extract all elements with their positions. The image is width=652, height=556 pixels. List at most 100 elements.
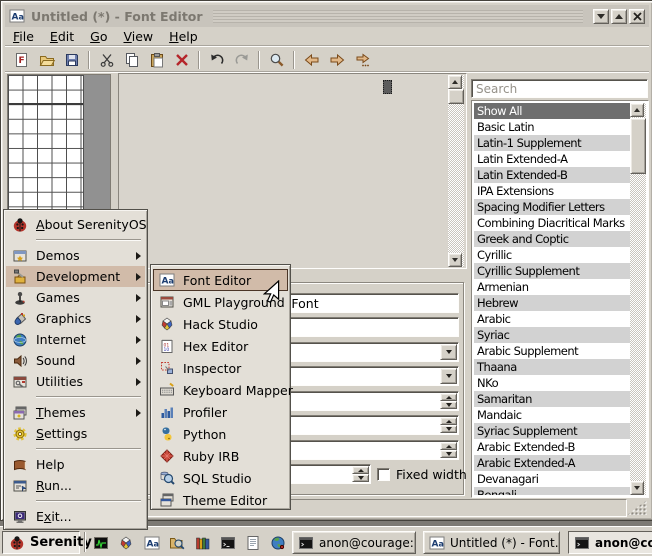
menu-item-themes[interactable]: Themes: [6, 402, 145, 423]
unicode-block-row[interactable]: Armenian: [474, 279, 630, 295]
block-list-scrollbar[interactable]: [630, 103, 646, 495]
cut-button[interactable]: [94, 49, 119, 71]
submenu-item-keyboard-mapper[interactable]: Keyboard Mapper: [153, 379, 288, 401]
quick-launch-help[interactable]: [190, 531, 215, 554]
close-button[interactable]: [629, 9, 645, 24]
unicode-block-row[interactable]: Hebrew: [474, 295, 630, 311]
unicode-block-row[interactable]: Show All: [474, 103, 630, 119]
weight-dropdown-button[interactable]: [440, 344, 457, 360]
unicode-block-row[interactable]: Thaana: [474, 359, 630, 375]
save-button[interactable]: [59, 49, 84, 71]
submenu-item-theme-editor[interactable]: Theme Editor: [153, 489, 288, 511]
unicode-block-row[interactable]: Arabic Extended-B: [474, 439, 630, 455]
spin-up-button[interactable]: [440, 393, 457, 401]
unicode-block-row[interactable]: IPA Extensions: [474, 183, 630, 199]
unicode-block-row[interactable]: Samaritan: [474, 391, 630, 407]
glyph-map-scroll-thumb[interactable]: [448, 89, 464, 104]
copy-button[interactable]: [119, 49, 144, 71]
glyph-map[interactable]: [118, 73, 467, 269]
taskbar-window-font-editor[interactable]: Aa Untitled (*) - Font...: [423, 531, 560, 554]
spin-up-button[interactable]: [440, 442, 457, 450]
unicode-block-row[interactable]: Latin Extended-A: [474, 151, 630, 167]
menu-item-utilities[interactable]: Utilities: [6, 371, 145, 392]
unicode-block-row[interactable]: Arabic Extended-A: [474, 455, 630, 471]
search-input[interactable]: [471, 79, 648, 98]
slope-dropdown-button[interactable]: [440, 368, 457, 384]
menu-item-development[interactable]: Development: [6, 266, 145, 287]
unicode-block-row[interactable]: NKo: [474, 375, 630, 391]
unicode-block-row[interactable]: Bengali: [474, 487, 630, 495]
quick-launch-hack-studio[interactable]: [113, 531, 138, 554]
menu-item-internet[interactable]: Internet: [6, 329, 145, 350]
unicode-block-row[interactable]: Devanagari: [474, 471, 630, 487]
menu-help[interactable]: Help: [161, 28, 206, 45]
unicode-block-row[interactable]: Mandaic: [474, 407, 630, 423]
unicode-block-row[interactable]: Greek and Coptic: [474, 231, 630, 247]
undo-button[interactable]: [204, 49, 229, 71]
start-button[interactable]: Serenity: [2, 531, 80, 554]
spin-down-button[interactable]: [352, 474, 369, 482]
quick-launch-system-monitor[interactable]: [88, 531, 113, 554]
unicode-block-row[interactable]: Combining Diacritical Marks: [474, 215, 630, 231]
unicode-block-row[interactable]: Arabic Supplement: [474, 343, 630, 359]
menu-item-settings[interactable]: Settings: [6, 423, 145, 444]
unicode-block-row[interactable]: Latin Extended-B: [474, 167, 630, 183]
spin-down-button[interactable]: [440, 401, 457, 409]
unicode-block-row[interactable]: Cyrillic Supplement: [474, 263, 630, 279]
open-button[interactable]: [34, 49, 59, 71]
go-to-glyph-button[interactable]: [349, 49, 374, 71]
spin-down-button[interactable]: [440, 425, 457, 433]
scroll-up-button[interactable]: [448, 75, 462, 89]
submenu-item-sql-studio[interactable]: SQL Studio: [153, 467, 288, 489]
spin-up-button[interactable]: [440, 417, 457, 425]
redo-button[interactable]: [229, 49, 254, 71]
submenu-item-profiler[interactable]: Profiler: [153, 401, 288, 423]
unicode-block-row[interactable]: Spacing Modifier Letters: [474, 199, 630, 215]
titlebar[interactable]: Aa Untitled (*) - Font Editor: [5, 5, 649, 27]
unicode-block-list[interactable]: Show All Basic Latin Latin-1 Supplement …: [471, 100, 649, 498]
quick-launch-font-editor[interactable]: Aa: [139, 531, 164, 554]
submenu-item-hex-editor[interactable]: 0110 Hex Editor: [153, 335, 288, 357]
quick-launch-web-browser[interactable]: [265, 531, 290, 554]
menu-item-demos[interactable]: Demos: [6, 245, 145, 266]
unicode-block-row[interactable]: Cyrillic: [474, 247, 630, 263]
unicode-block-row[interactable]: Arabic: [474, 311, 630, 327]
taskbar-window-terminal-2[interactable]: anon@cour: [568, 531, 652, 554]
glyph-map-scrollbar[interactable]: [448, 75, 464, 267]
unicode-block-row[interactable]: Latin-1 Supplement: [474, 135, 630, 151]
next-glyph-button[interactable]: [324, 49, 349, 71]
previous-glyph-button[interactable]: [299, 49, 324, 71]
submenu-item-python[interactable]: Python: [153, 423, 288, 445]
new-font-button[interactable]: F: [9, 49, 34, 71]
delete-button[interactable]: [169, 49, 194, 71]
menu-item-games[interactable]: Games: [6, 287, 145, 308]
taskbar-window-terminal-1[interactable]: anon@courage:~/m...: [292, 531, 416, 554]
preview-button[interactable]: [264, 49, 289, 71]
selected-glyph-cell[interactable]: [383, 80, 392, 94]
menu-view[interactable]: View: [115, 28, 161, 45]
menu-file[interactable]: File: [5, 28, 42, 45]
menu-item-help[interactable]: Help: [6, 454, 145, 475]
menu-item-run[interactable]: Run...: [6, 475, 145, 496]
resize-grip[interactable]: [627, 500, 647, 515]
scroll-down-button[interactable]: [630, 481, 644, 495]
menu-item-sound[interactable]: Sound: [6, 350, 145, 371]
menu-item-graphics[interactable]: Graphics: [6, 308, 145, 329]
spin-down-button[interactable]: [440, 450, 457, 458]
unicode-block-row[interactable]: Basic Latin: [474, 119, 630, 135]
minimize-button[interactable]: [593, 9, 609, 24]
unicode-block-row[interactable]: Syriac: [474, 327, 630, 343]
submenu-item-ruby-irb[interactable]: Ruby IRB: [153, 445, 288, 467]
menu-item-exit[interactable]: Exit...: [6, 506, 145, 527]
submenu-item-inspector[interactable]: Inspector: [153, 357, 288, 379]
spin-up-button[interactable]: [352, 466, 369, 474]
menu-item-about-serenityos[interactable]: About SerenityOS: [6, 214, 145, 235]
submenu-item-hack-studio[interactable]: Hack Studio: [153, 313, 288, 335]
paste-button[interactable]: [144, 49, 169, 71]
menu-edit[interactable]: Edit: [42, 28, 82, 45]
maximize-button[interactable]: [611, 9, 627, 24]
quick-launch-terminal[interactable]: [215, 531, 240, 554]
block-list-scroll-thumb[interactable]: [630, 118, 646, 174]
scroll-up-button[interactable]: [630, 103, 644, 117]
unicode-block-row[interactable]: Syriac Supplement: [474, 423, 630, 439]
